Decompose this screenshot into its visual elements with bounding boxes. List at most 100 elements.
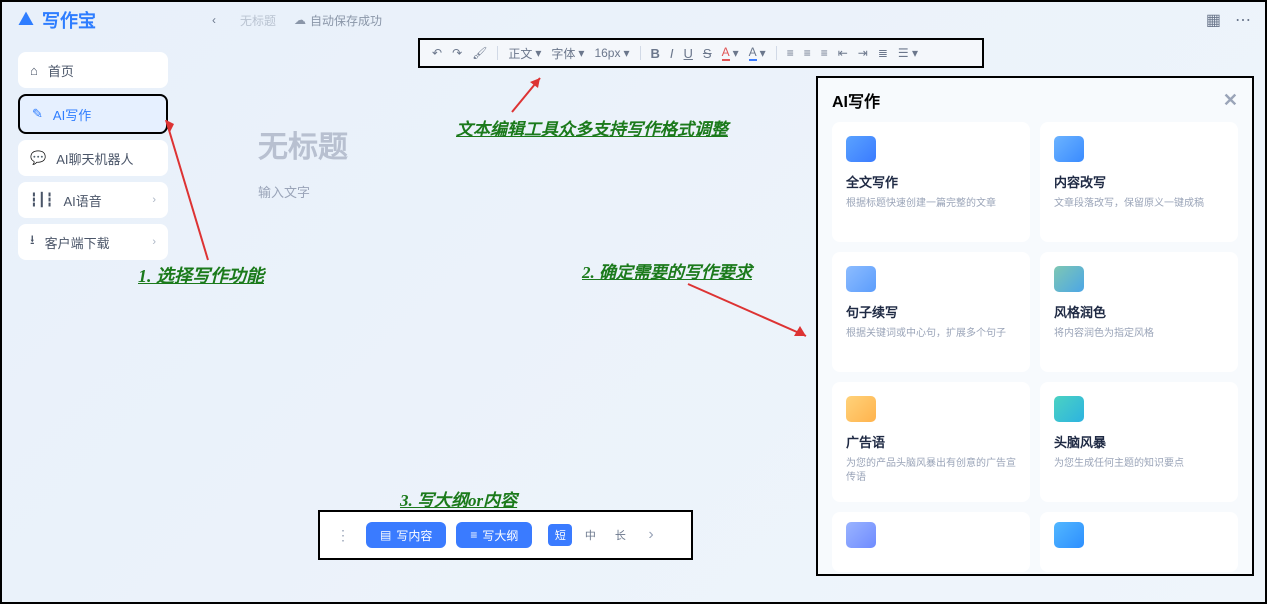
sidebar-item-label: 首页 xyxy=(48,61,74,80)
highlight-button[interactable]: A ▾ xyxy=(749,45,766,61)
indent-decrease-button[interactable]: ⇤ xyxy=(838,46,848,60)
annotation-3: 2. 确定需要的写作要求 xyxy=(582,258,752,283)
card-desc: 根据关键词或中心句，扩展多个句子 xyxy=(846,327,1016,341)
doc-body-input[interactable]: 输入文字 xyxy=(258,182,798,201)
write-outline-button[interactable]: ≡ 写大纲 xyxy=(456,522,532,548)
write-content-button[interactable]: ▤ 写内容 xyxy=(366,522,446,548)
card-rewrite[interactable]: 内容改写 文章段落改写，保留原义一键成稿 xyxy=(1040,122,1238,242)
panel-title: AI写作 xyxy=(832,88,880,112)
length-chip-long[interactable]: 长 xyxy=(608,524,632,546)
card-title: 全文写作 xyxy=(846,172,1016,191)
align-right-button[interactable]: ≡ xyxy=(821,46,828,60)
sidebar-item-home[interactable]: ⌂ 首页 xyxy=(18,52,168,88)
card-slogan[interactable]: 广告语 为您的产品头脑风暴出有创意的广告宣传语 xyxy=(832,382,1030,502)
strike-button[interactable]: S xyxy=(703,46,712,61)
undo-button[interactable]: ↶ xyxy=(432,46,442,60)
voice-icon: ┇┃┇ xyxy=(30,192,53,208)
card-desc: 为您的产品头脑风暴出有创意的广告宣传语 xyxy=(846,457,1016,485)
unordered-list-button[interactable]: ☰ ▾ xyxy=(898,46,918,60)
rewrite-icon xyxy=(1054,136,1084,162)
card-extra-1[interactable] xyxy=(832,512,1030,572)
bottom-toolbar: ⋮ ▤ 写内容 ≡ 写大纲 短 中 长 › xyxy=(318,510,693,560)
card-title: 头脑风暴 xyxy=(1054,432,1224,451)
ai-writing-panel: AI写作 ✕ 全文写作 根据标题快速创建一篇完整的文章 内容改写 文章段落改写，… xyxy=(816,76,1254,576)
continue-icon xyxy=(846,266,876,292)
chevron-right-icon: › xyxy=(152,236,156,248)
fontsize-label: 16px xyxy=(594,46,620,60)
arrow-2 xyxy=(502,68,562,118)
chevron-down-icon: ▾ xyxy=(578,46,584,60)
ordered-list-button[interactable]: ≣ xyxy=(878,46,888,60)
sidebar-item-label: AI写作 xyxy=(53,105,91,124)
sidebar-item-label: AI语音 xyxy=(63,191,101,210)
card-full-writing[interactable]: 全文写作 根据标题快速创建一篇完整的文章 xyxy=(832,122,1030,242)
card-extra-2[interactable] xyxy=(1040,512,1238,572)
italic-button[interactable]: I xyxy=(670,46,674,61)
brainstorm-icon xyxy=(1054,396,1084,422)
sidebar-item-ai-chatbot[interactable]: 💬 AI聊天机器人 xyxy=(18,140,168,176)
cloud-icon: ☁ xyxy=(294,13,306,27)
align-center-button[interactable]: ≡ xyxy=(804,46,811,60)
card-desc: 将内容润色为指定风格 xyxy=(1054,327,1224,341)
paragraph-style-select[interactable]: 正文 ▾ xyxy=(508,45,541,62)
doc-tab-label: 无标题 xyxy=(240,12,276,29)
close-icon[interactable]: ✕ xyxy=(1223,90,1238,111)
doc-title-input[interactable]: 无标题 xyxy=(258,122,798,166)
sidebar-item-ai-voice[interactable]: ┇┃┇ AI语音 › xyxy=(18,182,168,218)
card-continue[interactable]: 句子续写 根据关键词或中心句，扩展多个句子 xyxy=(832,252,1030,372)
card-title: 风格润色 xyxy=(1054,302,1224,321)
write-outline-label: 写大纲 xyxy=(482,527,518,544)
style-icon xyxy=(1054,266,1084,292)
slogan-icon xyxy=(846,396,876,422)
document-area: 无标题 输入文字 xyxy=(258,122,798,201)
sidebar-item-download[interactable]: ⭳ 客户端下载 › xyxy=(18,224,168,260)
drag-handle-icon[interactable]: ⋮ xyxy=(330,527,356,544)
sidebar-item-ai-writing[interactable]: ✎ AI写作 xyxy=(18,94,168,134)
bold-button[interactable]: B xyxy=(651,46,660,61)
indent-increase-button[interactable]: ⇥ xyxy=(858,46,868,60)
font-label: 字体 xyxy=(551,45,575,62)
autosave-text: 自动保存成功 xyxy=(310,12,382,29)
card-title: 句子续写 xyxy=(846,302,1016,321)
autosave-status: ☁ 自动保存成功 xyxy=(294,12,382,29)
doc-icon: ▤ xyxy=(380,528,391,542)
length-chip-medium[interactable]: 中 xyxy=(578,524,602,546)
grid-icon[interactable]: ▦ xyxy=(1206,10,1221,30)
app-logo: 写作宝 xyxy=(16,7,96,33)
textcolor-button[interactable]: A ▾ xyxy=(722,45,739,61)
font-select[interactable]: 字体 ▾ xyxy=(551,45,584,62)
card-desc: 为您生成任何主题的知识要点 xyxy=(1054,457,1224,471)
list-icon: ≡ xyxy=(470,528,477,542)
underline-button[interactable]: U xyxy=(684,46,693,61)
back-button[interactable]: ‹ xyxy=(206,12,222,28)
extra1-icon xyxy=(846,522,876,548)
chevron-down-icon: ▾ xyxy=(535,46,541,60)
card-style[interactable]: 风格润色 将内容润色为指定风格 xyxy=(1040,252,1238,372)
chevron-right-icon[interactable]: › xyxy=(648,526,653,544)
sidebar-item-label: 客户端下载 xyxy=(45,233,110,252)
pen-icon: ✎ xyxy=(32,106,43,122)
card-title: 广告语 xyxy=(846,432,1016,451)
chevron-right-icon: › xyxy=(152,194,156,206)
full-writing-icon xyxy=(846,136,876,162)
editor-toolbar: ↶ ↷ 🖌 正文 ▾ 字体 ▾ 16px ▾ B I U S A ▾ A ▾ ≡… xyxy=(418,38,984,68)
sidebar: ⌂ 首页 ✎ AI写作 💬 AI聊天机器人 ┇┃┇ AI语音 › ⭳ 客户端下载… xyxy=(18,52,168,266)
align-left-button[interactable]: ≡ xyxy=(787,46,794,60)
download-icon: ⭳ xyxy=(30,231,35,253)
sidebar-item-label: AI聊天机器人 xyxy=(56,149,133,168)
arrow-3 xyxy=(680,278,820,348)
card-brainstorm[interactable]: 头脑风暴 为您生成任何主题的知识要点 xyxy=(1040,382,1238,502)
extra2-icon xyxy=(1054,522,1084,548)
card-title: 内容改写 xyxy=(1054,172,1224,191)
more-icon[interactable]: ⋯ xyxy=(1235,10,1251,30)
length-chip-short[interactable]: 短 xyxy=(548,524,572,546)
card-desc: 文章段落改写，保留原义一键成稿 xyxy=(1054,197,1224,211)
write-content-label: 写内容 xyxy=(396,527,432,544)
redo-button[interactable]: ↷ xyxy=(452,46,462,60)
format-painter-button[interactable]: 🖌 xyxy=(472,46,487,60)
annotation-4: 3. 写大纲or内容 xyxy=(400,486,517,511)
chat-icon: 💬 xyxy=(30,150,46,166)
fontsize-select[interactable]: 16px ▾ xyxy=(594,46,629,60)
card-desc: 根据标题快速创建一篇完整的文章 xyxy=(846,197,1016,211)
paragraph-style-label: 正文 xyxy=(508,45,532,62)
